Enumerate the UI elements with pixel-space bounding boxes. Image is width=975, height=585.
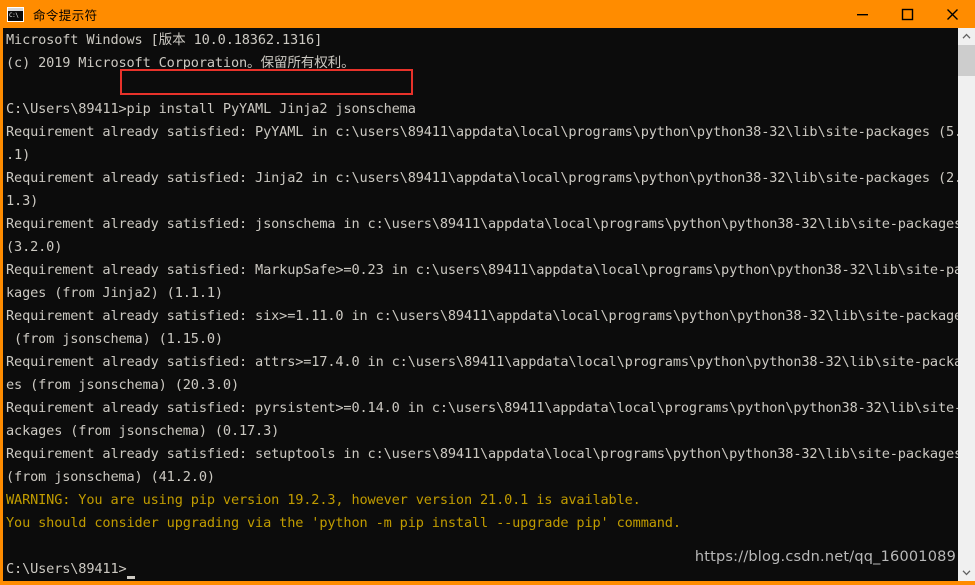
terminal-line: (from jsonschema) (1.15.0) [6, 331, 223, 347]
maximize-icon [901, 8, 914, 20]
close-button[interactable] [930, 0, 975, 28]
scroll-up-button[interactable] [958, 28, 975, 45]
terminal-lines: Microsoft Windows [版本 10.0.18362.1316] (c… [4, 29, 958, 581]
terminal-line: (3.2.0) [6, 239, 63, 255]
terminal-line: Requirement already satisfied: pyrsisten… [6, 400, 958, 416]
terminal-line: Requirement already satisfied: attrs>=17… [6, 354, 958, 370]
terminal-line: .1) [6, 147, 31, 163]
terminal-line: Requirement already satisfied: setuptool… [6, 446, 958, 462]
terminal-line: (from jsonschema) (41.2.0) [6, 469, 215, 485]
terminal-line: Requirement already satisfied: Jinja2 in… [6, 170, 958, 186]
terminal-line: C:\Users\89411>pip install PyYAML Jinja2… [6, 101, 416, 117]
watermark: https://blog.csdn.net/qq_16001089 [694, 549, 956, 565]
close-icon [947, 8, 958, 20]
title-bar[interactable]: 命令提示符 [0, 0, 975, 28]
console-icon [7, 6, 24, 22]
scrollbar-thumb[interactable] [958, 45, 975, 76]
terminal-line: Requirement already satisfied: PyYAML in… [6, 124, 958, 140]
terminal-line: ackages (from jsonschema) (0.17.3) [6, 423, 280, 439]
window-client-area: Microsoft Windows [版本 10.0.18362.1316] (c… [0, 28, 975, 585]
command-prompt-window: 命令提示符 Microsoft Windows [版本 10.0.18362. [0, 0, 975, 585]
terminal-line: kages (from Jinja2) (1.1.1) [6, 285, 223, 301]
vertical-scrollbar[interactable] [958, 28, 975, 581]
minimize-icon [857, 13, 868, 15]
terminal-line: WARNING: You are using pip version 19.2.… [6, 492, 641, 508]
terminal-line: Requirement already satisfied: jsonschem… [6, 216, 958, 232]
terminal-line: Microsoft Windows [版本 10.0.18362.1316] [6, 32, 323, 48]
maximize-button[interactable] [885, 0, 930, 28]
minimize-button[interactable] [840, 0, 885, 28]
terminal-output-area[interactable]: Microsoft Windows [版本 10.0.18362.1316] (c… [3, 28, 958, 581]
window-title: 命令提示符 [33, 7, 98, 23]
scroll-down-button[interactable] [958, 564, 975, 581]
terminal-line: (c) 2019 Microsoft Corporation。保留所有权利。 [6, 55, 355, 71]
terminal-line: Requirement already satisfied: six>=1.11… [6, 308, 958, 324]
terminal-line: You should consider upgrading via the 'p… [6, 515, 681, 531]
terminal-cursor [126, 576, 135, 579]
window-controls [840, 0, 975, 28]
chevron-up-icon [962, 33, 971, 39]
terminal-line: Requirement already satisfied: MarkupSaf… [6, 262, 958, 278]
scrollbar-track[interactable] [958, 45, 975, 564]
terminal-line: es (from jsonschema) (20.3.0) [6, 377, 239, 393]
chevron-down-icon [962, 570, 971, 576]
terminal-line: 1.3) [6, 193, 39, 209]
